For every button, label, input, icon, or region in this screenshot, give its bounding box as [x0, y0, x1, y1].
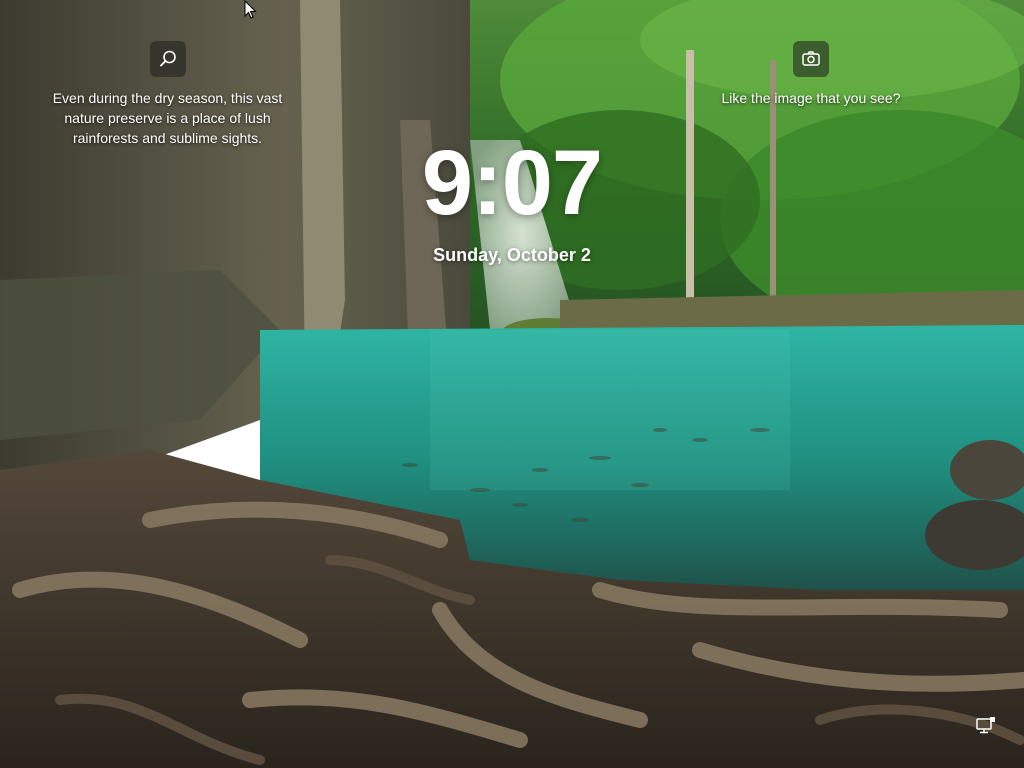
lock-screen-date: Sunday, October 2	[433, 245, 591, 265]
network-icon[interactable]	[975, 716, 997, 738]
like-image-prompt: Like the image that you see?	[721, 90, 901, 106]
mouse-cursor-icon	[244, 0, 257, 19]
search-icon	[160, 50, 176, 67]
like-image-button[interactable]	[793, 41, 829, 77]
spotlight-search-button[interactable]	[150, 41, 186, 77]
camera-icon	[802, 51, 820, 66]
lock-screen-time: 9:07	[421, 132, 603, 234]
